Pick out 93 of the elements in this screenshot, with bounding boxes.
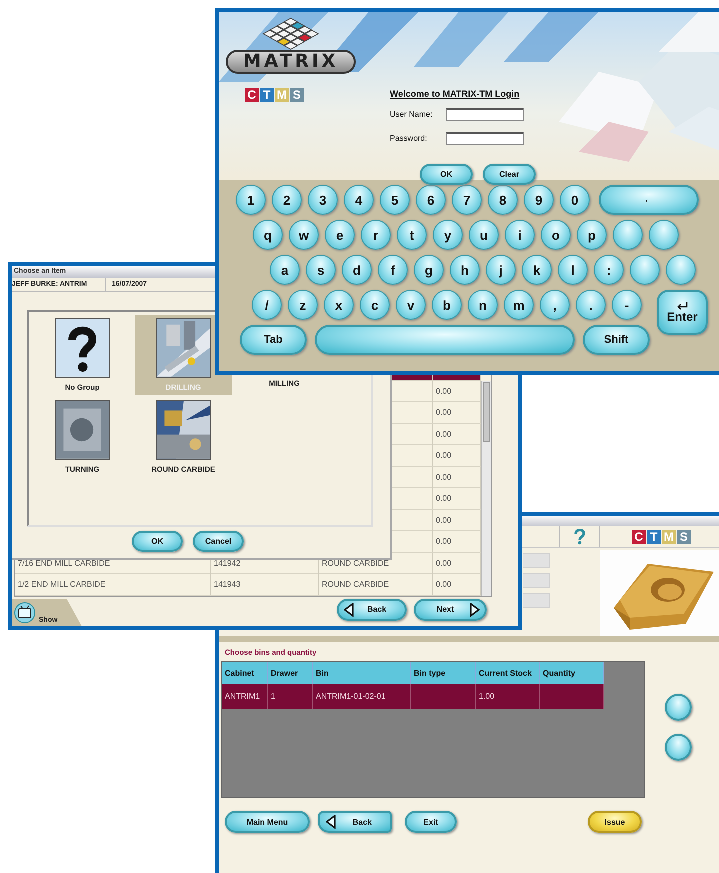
blank-key[interactable] [649, 220, 679, 250]
badge-letter: T [260, 88, 274, 102]
back-button[interactable]: Back [318, 811, 392, 833]
key[interactable]: k [522, 255, 552, 285]
table-row[interactable]: 1/2 END MILL CARBIDE 141943 ROUND CARBIDE 0.00 [15, 574, 481, 596]
input-field[interactable] [446, 132, 524, 145]
field-label: Password: [390, 134, 428, 143]
key[interactable]: p [577, 220, 607, 250]
input-field[interactable] [446, 108, 524, 121]
key[interactable]: j [486, 255, 516, 285]
key[interactable]: 1 [236, 185, 266, 215]
scrollbar[interactable] [481, 381, 491, 596]
blank-key[interactable] [666, 255, 696, 285]
key[interactable]: 4 [344, 185, 374, 215]
badge-letter: C [245, 88, 259, 102]
key[interactable]: s [306, 255, 336, 285]
key[interactable]: Shift [583, 325, 650, 355]
key[interactable]: / [252, 290, 282, 320]
help-icon[interactable] [574, 528, 586, 544]
field-label: User Name: [390, 110, 434, 119]
cancel-button[interactable]: Cancel [193, 531, 244, 552]
key[interactable]: n [468, 290, 498, 320]
right-triangle-icon [470, 602, 480, 616]
key[interactable]: v [396, 290, 426, 320]
key[interactable]: l [558, 255, 588, 285]
left-triangle-icon [326, 815, 336, 829]
key[interactable]: f [378, 255, 408, 285]
key[interactable]: 7 [452, 185, 482, 215]
key[interactable]: t [397, 220, 427, 250]
key[interactable]: g [414, 255, 444, 285]
table-cell: 141943 [211, 574, 319, 595]
key[interactable]: r [361, 220, 391, 250]
key[interactable]: u [469, 220, 499, 250]
table-cell: ANTRIM1-01-02-01 [313, 684, 411, 709]
key[interactable]: ← [599, 185, 699, 215]
key[interactable]: : [594, 255, 624, 285]
space-key[interactable] [315, 325, 575, 355]
badge-letter: S [677, 530, 691, 544]
next-button[interactable]: Next [414, 598, 487, 620]
ok-button[interactable]: OK [420, 164, 473, 185]
round-button[interactable] [665, 694, 692, 721]
key[interactable]: 2 [272, 185, 302, 215]
key[interactable]: 6 [416, 185, 446, 215]
key[interactable]: y [433, 220, 463, 250]
blank-key[interactable] [630, 255, 660, 285]
key[interactable]: o [541, 220, 571, 250]
key[interactable]: a [270, 255, 300, 285]
key[interactable]: , [540, 290, 570, 320]
welcome-heading: Welcome to MATRIX-TM Login [390, 89, 520, 99]
issue-button[interactable]: Issue [588, 811, 642, 833]
table-cell: ROUND CARBIDE [319, 574, 433, 595]
monitor-icon [14, 602, 36, 624]
key[interactable]: x [324, 290, 354, 320]
back-button[interactable]: Back [337, 598, 407, 620]
main-menu-button[interactable]: Main Menu [225, 811, 310, 833]
table-row[interactable]: ANTRIM1 1 ANTRIM1-01-02-01 1.00 [222, 684, 604, 709]
blank-key[interactable] [613, 220, 643, 250]
badge-letter: M [662, 530, 676, 544]
return-icon [676, 302, 688, 310]
left-triangle-icon [344, 602, 354, 616]
question-icon [55, 318, 110, 378]
badge-letter: C [632, 530, 646, 544]
table-cell: 1 [268, 684, 313, 709]
key[interactable]: c [360, 290, 390, 320]
table-cell: ANTRIM1 [222, 684, 268, 709]
exit-button[interactable]: Exit [405, 811, 457, 833]
table-cell: 1.00 [476, 684, 540, 709]
key[interactable]: . [576, 290, 606, 320]
key[interactable]: b [432, 290, 462, 320]
logo-wordmark: MATRIX [226, 50, 356, 74]
key[interactable]: e [325, 220, 355, 250]
key[interactable]: d [342, 255, 372, 285]
badge-letter: S [290, 88, 304, 102]
key[interactable]: i [505, 220, 535, 250]
key[interactable]: - [612, 290, 642, 320]
round-button[interactable] [665, 734, 692, 761]
key[interactable]: 8 [488, 185, 518, 215]
clear-button[interactable]: Clear [483, 164, 536, 185]
enter-key[interactable]: Enter [657, 290, 708, 335]
key[interactable]: 9 [524, 185, 554, 215]
key[interactable]: z [288, 290, 318, 320]
badge-letter: T [647, 530, 661, 544]
key[interactable]: m [504, 290, 534, 320]
key[interactable]: 5 [380, 185, 410, 215]
key[interactable]: h [450, 255, 480, 285]
ok-button[interactable]: OK [132, 531, 183, 552]
table-cell: 1/2 END MILL CARBIDE [15, 574, 211, 595]
key[interactable]: q [253, 220, 283, 250]
key[interactable]: w [289, 220, 319, 250]
key[interactable]: 0 [560, 185, 590, 215]
key[interactable]: Tab [240, 325, 307, 355]
key[interactable]: 3 [308, 185, 338, 215]
badge-letter: M [275, 88, 289, 102]
